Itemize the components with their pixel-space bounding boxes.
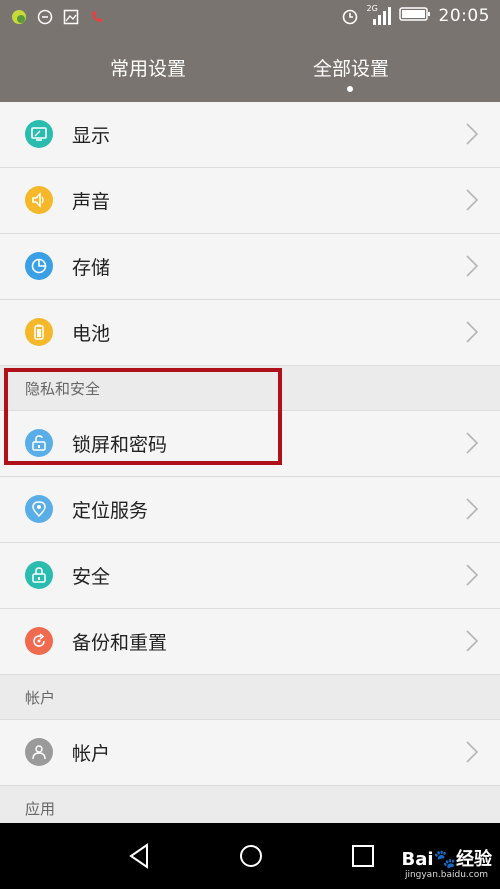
settings-item-account[interactable]: 帐户 [0, 720, 500, 786]
sync-icon [36, 8, 54, 26]
clock: 20:05 [438, 6, 490, 26]
settings-item-sound[interactable]: 声音 [0, 168, 500, 234]
chevron-right-icon [466, 321, 479, 343]
settings-item-label: 定位服务 [72, 500, 149, 522]
chevron-right-icon [466, 564, 479, 586]
settings-item-display[interactable]: 显示 [0, 102, 500, 168]
chevron-right-icon [466, 123, 479, 145]
section-title: 隐私和安全 [25, 380, 101, 398]
unlock-icon [25, 429, 53, 457]
settings-item-label: 电池 [72, 323, 111, 345]
tab-all-settings[interactable]: 全部设置 [251, 54, 451, 81]
battery-icon [25, 318, 53, 346]
system-status: 2G 20:05 [341, 4, 491, 26]
battery-status-icon [398, 6, 431, 26]
settings-tabs: 常用设置 全部设置 [0, 36, 500, 102]
recent-apps-icon[interactable] [348, 841, 378, 871]
back-icon[interactable] [125, 841, 155, 871]
section-title: 应用 [25, 800, 56, 818]
active-tab-indicator [347, 86, 353, 92]
settings-item-label: 显示 [72, 125, 111, 147]
watermark-bai: Bai [401, 849, 434, 870]
settings-item-label: 存储 [72, 257, 111, 279]
navigation-bar: Bai🐾经验 jingyan.baidu.com [0, 823, 500, 889]
notification-icons [10, 8, 106, 26]
user-icon [25, 738, 53, 766]
settings-list: 显示 声音 存储 电池 隐私和安全 锁屏和密码 定位服务 安全 备份和重置 帐户… [0, 102, 500, 831]
settings-item-label: 帐户 [72, 743, 111, 765]
alarm-icon [341, 7, 359, 25]
watermark-url: jingyan.baidu.com [404, 870, 488, 880]
signal-icon: 2G [367, 4, 391, 26]
speaker-icon [25, 186, 53, 214]
image-icon [62, 8, 80, 26]
settings-item-battery[interactable]: 电池 [0, 300, 500, 366]
chevron-right-icon [466, 255, 479, 277]
settings-item-security[interactable]: 安全 [0, 543, 500, 609]
settings-item-label: 锁屏和密码 [72, 434, 168, 456]
settings-item-storage[interactable]: 存储 [0, 234, 500, 300]
status-bar: 2G 20:05 [0, 0, 500, 36]
chevron-right-icon [466, 498, 479, 520]
backup-restore-icon [25, 627, 53, 655]
watermark-brand: 经验 [456, 849, 492, 870]
watermark-logo: Bai🐾经验 [402, 845, 492, 871]
location-pin-icon [25, 495, 53, 523]
tab-common-settings[interactable]: 常用设置 [48, 54, 248, 81]
chevron-right-icon [466, 630, 479, 652]
section-title: 帐户 [25, 689, 56, 707]
settings-item-label: 声音 [72, 191, 111, 213]
settings-item-label: 安全 [72, 566, 111, 588]
chevron-right-icon [466, 189, 479, 211]
chevron-right-icon [466, 432, 479, 454]
settings-item-location[interactable]: 定位服务 [0, 477, 500, 543]
chevron-right-icon [466, 741, 479, 763]
section-header-privacy: 隐私和安全 [0, 366, 500, 411]
app-notification-icon [10, 8, 28, 26]
settings-item-backup[interactable]: 备份和重置 [0, 609, 500, 675]
display-icon [25, 120, 53, 148]
section-header-accounts: 帐户 [0, 675, 500, 720]
settings-item-lock-screen[interactable]: 锁屏和密码 [0, 411, 500, 477]
lock-icon [25, 561, 53, 589]
storage-pie-icon [25, 252, 53, 280]
settings-item-label: 备份和重置 [72, 632, 168, 654]
paw-icon: 🐾 [433, 849, 456, 870]
missed-call-icon [88, 8, 106, 26]
home-icon[interactable] [236, 841, 266, 871]
